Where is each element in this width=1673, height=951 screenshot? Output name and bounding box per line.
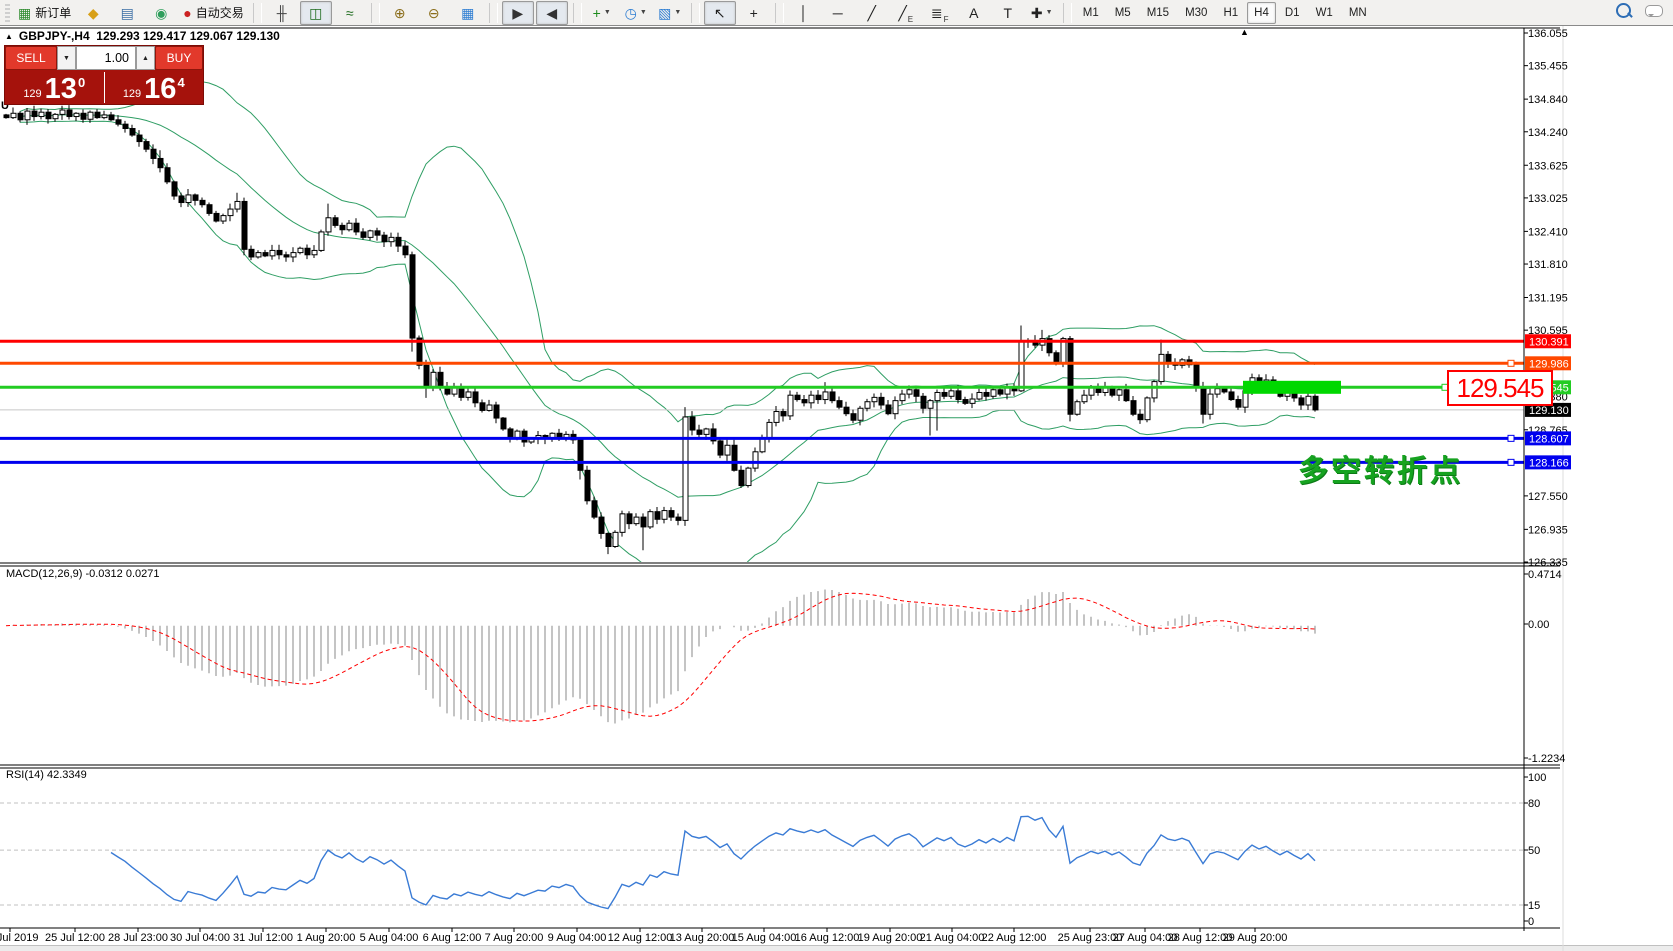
svg-text:126.935: 126.935: [1528, 524, 1568, 536]
macd-indicator-label: MACD(12,26,9) -0.0312 0.0271: [6, 568, 159, 580]
svg-text:28 Jul 23:00: 28 Jul 23:00: [108, 932, 168, 944]
svg-text:129.130: 129.130: [1529, 405, 1569, 417]
svg-text:12 Aug 12:00: 12 Aug 12:00: [608, 932, 673, 944]
buy-price-big: 16: [144, 76, 176, 102]
buy-price-prefix: 129: [123, 88, 141, 100]
svg-text:50: 50: [1528, 845, 1540, 857]
sell-price-prefix: 129: [23, 88, 41, 100]
svg-text:30 Jul 04:00: 30 Jul 04:00: [170, 932, 230, 944]
svg-text:133.625: 133.625: [1528, 160, 1568, 172]
svg-text:126.335: 126.335: [1528, 557, 1568, 569]
chinese-annotation-text: 多空转折点: [1298, 446, 1463, 490]
scroll-marker-icon: ▲: [1240, 27, 1249, 37]
price-axis[interactable]: 136.055 135.455 134.840 134.240 133.625 133.0…: [1524, 28, 1571, 569]
svg-text:21 Aug 04:00: 21 Aug 04:00: [920, 932, 985, 944]
bollinger-bands: [20, 79, 1315, 577]
line-handle[interactable]: [1508, 459, 1514, 465]
svg-text:9 Aug 04:00: 9 Aug 04:00: [548, 932, 607, 944]
svg-text:131.195: 131.195: [1528, 293, 1568, 305]
svg-text:100: 100: [1528, 772, 1546, 784]
buy-price-sup: 4: [177, 75, 184, 90]
svg-text:134.840: 134.840: [1528, 94, 1568, 106]
mt4-window: 136.055 135.455 134.840 134.240 133.625 133.0…: [0, 0, 1673, 951]
svg-text:6 Aug 12:00: 6 Aug 12:00: [423, 932, 482, 944]
svg-text:13 Aug 20:00: 13 Aug 20:00: [670, 932, 735, 944]
buy-button[interactable]: BUY: [155, 46, 203, 70]
svg-text:15 Aug 04:00: 15 Aug 04:00: [732, 932, 797, 944]
svg-text:0: 0: [1528, 916, 1534, 928]
rsi-indicator-label: RSI(14) 42.3349: [6, 769, 87, 781]
symbol-ohlc-text: GBPJPY-,H4 129.293 129.417 129.067 129.1…: [19, 29, 280, 43]
svg-text:129.986: 129.986: [1529, 358, 1569, 370]
svg-text:134.240: 134.240: [1528, 127, 1568, 139]
one-click-trade-panel: SELL ▼ ▲ BUY 129 13 0 129 16 4: [4, 45, 204, 105]
sell-price[interactable]: 129 13 0: [5, 70, 104, 105]
sell-button[interactable]: SELL: [5, 46, 57, 70]
svg-text:16 Aug 12:00: 16 Aug 12:00: [795, 932, 860, 944]
macd-pane: [6, 589, 1315, 723]
sell-price-sup: 0: [78, 75, 85, 90]
svg-text:19 Aug 20:00: 19 Aug 20:00: [858, 932, 923, 944]
collapse-panel-icon[interactable]: ▲: [5, 32, 13, 41]
price-level-textbox[interactable]: 129.545: [1447, 370, 1553, 406]
svg-text:133.025: 133.025: [1528, 193, 1568, 205]
svg-text:128.607: 128.607: [1529, 433, 1569, 445]
svg-text:24 Jul 2019: 24 Jul 2019: [0, 932, 38, 944]
svg-text:130.391: 130.391: [1529, 336, 1569, 348]
svg-text:-1.2234: -1.2234: [1528, 753, 1565, 765]
svg-text:31 Jul 12:00: 31 Jul 12:00: [233, 932, 293, 944]
svg-text:132.410: 132.410: [1528, 226, 1568, 238]
svg-text:1 Aug 20:00: 1 Aug 20:00: [297, 932, 356, 944]
volume-decrease-button[interactable]: ▼: [57, 46, 76, 70]
svg-text:0.4714: 0.4714: [1528, 569, 1562, 581]
line-handle[interactable]: [1508, 435, 1514, 441]
sell-price-big: 13: [45, 76, 77, 102]
rsi-pane: [0, 803, 1524, 909]
svg-text:0.00: 0.00: [1528, 619, 1549, 631]
svg-text:22 Aug 12:00: 22 Aug 12:00: [982, 932, 1047, 944]
svg-text:131.810: 131.810: [1528, 259, 1568, 271]
svg-text:127.550: 127.550: [1528, 491, 1568, 503]
volume-increase-button[interactable]: ▲: [136, 46, 155, 70]
green-highlight-zone[interactable]: [1243, 381, 1341, 394]
svg-text:135.455: 135.455: [1528, 61, 1568, 73]
svg-text:128.166: 128.166: [1529, 457, 1569, 469]
svg-text:25 Jul 12:00: 25 Jul 12:00: [45, 932, 105, 944]
svg-text:15: 15: [1528, 900, 1540, 912]
svg-text:136.055: 136.055: [1528, 28, 1568, 40]
buy-price[interactable]: 129 16 4: [105, 70, 204, 105]
symbol-info-bar[interactable]: ▲ GBPJPY-,H4 129.293 129.417 129.067 129…: [5, 29, 280, 43]
svg-text:5 Aug 04:00: 5 Aug 04:00: [360, 932, 419, 944]
line-handle[interactable]: [1508, 360, 1514, 366]
svg-text:29 Aug 20:00: 29 Aug 20:00: [1223, 932, 1288, 944]
volume-input[interactable]: [76, 46, 136, 70]
indicator-axis: 0.4714 0.00 -1.2234 100 80 50 15 0: [1524, 569, 1565, 928]
svg-text:7 Aug 20:00: 7 Aug 20:00: [485, 932, 544, 944]
svg-text:80: 80: [1528, 798, 1540, 810]
time-axis[interactable]: 24 Jul 2019 25 Jul 12:0028 Jul 23:0030 Ju…: [0, 928, 1287, 944]
candles: [4, 105, 1318, 554]
